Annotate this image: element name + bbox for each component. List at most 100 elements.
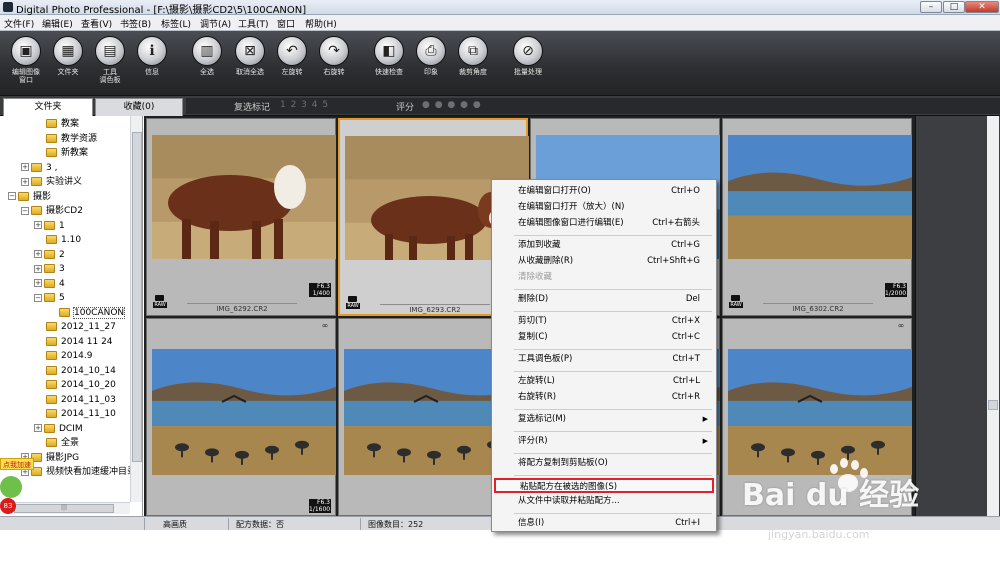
collapse-icon[interactable]: − <box>8 192 16 200</box>
tree-node[interactable]: 教案 <box>34 117 79 131</box>
context-menu-item[interactable]: 在编辑窗口打开（放大）(N) <box>494 200 714 215</box>
context-menu-item[interactable]: 从收藏删除(R) Ctrl+Shft+G <box>494 254 714 269</box>
toolbar-button[interactable]: ▥ 全选 <box>185 36 229 76</box>
context-menu-item[interactable]: 右旋转(R) Ctrl+R <box>494 390 714 405</box>
status-recipe: 配方数据：否 <box>236 520 284 529</box>
tree-node[interactable]: +3 <box>34 262 65 276</box>
thumbnail-cell[interactable]: F6.3 1/2000 RAW IMG_6302.CR2 <box>722 118 912 340</box>
menu-item[interactable]: 查看(V) <box>81 17 112 30</box>
tab-folder[interactable]: 文件夹 <box>3 98 93 116</box>
context-menu-item[interactable]: 从文件中读取并粘贴配方... <box>494 494 714 509</box>
context-menu-item[interactable]: 添加到收藏 Ctrl+G <box>494 238 714 253</box>
menu-item-label: 复制(C) <box>518 332 548 342</box>
tree-node[interactable]: + DCIM <box>34 422 83 436</box>
context-menu-item[interactable]: 复制(C) Ctrl+C <box>494 330 714 345</box>
context-menu-item[interactable]: 在编辑图像窗口进行编辑(E) Ctrl+右箭头 <box>494 216 714 231</box>
tree-node[interactable]: + 视频快看加速缓冲目录 <box>21 465 136 479</box>
tree-node[interactable]: +4 <box>34 277 65 291</box>
tree-node-label: DCIM <box>59 423 83 434</box>
toolbar-button[interactable]: ℹ 信息 <box>130 36 174 76</box>
tree-node[interactable]: 2014_11_10 <box>34 407 116 421</box>
menu-item[interactable]: 调节(A) <box>200 17 231 30</box>
menu-item[interactable]: 工具(T) <box>238 17 269 30</box>
context-menu-item[interactable]: 评分(R) ▶ <box>494 434 714 449</box>
tree-node[interactable]: +2 <box>34 248 65 262</box>
expand-icon[interactable]: + <box>34 424 42 432</box>
menu-item-label: 从收藏删除(R) <box>518 256 574 266</box>
expand-icon[interactable]: + <box>34 221 42 229</box>
toolbar-button[interactable]: ⧉ 裁剪角度 <box>451 36 495 76</box>
context-menu-item[interactable]: 粘贴配方在被选的图像(S) <box>494 478 714 493</box>
menu-item-label: 粘贴配方在被选的图像(S) <box>520 482 618 492</box>
toolbar-button[interactable]: ↷ 右旋转 <box>312 36 356 76</box>
scrollbar-thumb[interactable] <box>988 400 998 410</box>
tree-node[interactable]: 2014_10_20 <box>34 378 116 392</box>
context-menu-item[interactable]: 左旋转(L) Ctrl+L <box>494 374 714 389</box>
rating-filter[interactable]: ● ● ● ● ● <box>422 100 482 110</box>
filename-underline <box>187 303 297 304</box>
context-menu-item[interactable]: 信息(I) Ctrl+I <box>494 516 714 531</box>
menu-item[interactable]: 文件(F) <box>4 17 34 30</box>
tree-node[interactable]: −5 <box>34 291 65 305</box>
tree-node[interactable]: − 摄影 <box>8 190 51 204</box>
expand-icon[interactable]: + <box>34 250 42 258</box>
collapse-icon[interactable]: − <box>34 293 42 302</box>
tree-node[interactable]: 100CANON <box>47 306 126 320</box>
toolbar-button[interactable]: ▣ 编辑图像 窗口 <box>4 36 48 84</box>
check-mark-filter[interactable]: 1 2 3 4 5 <box>280 100 329 110</box>
toolbar-button[interactable]: ⊘ 批量处理 <box>506 36 550 76</box>
scrollbar-thumb[interactable] <box>132 132 142 462</box>
context-menu-item[interactable]: 剪切(T) Ctrl+X <box>494 314 714 329</box>
thumbnail-filename: IMG_6293.CR2 <box>409 306 461 314</box>
expand-icon[interactable]: + <box>34 264 42 273</box>
context-menu-item[interactable]: 复选标记(M) ▶ <box>494 412 714 427</box>
tree-node[interactable]: 1.10 <box>34 233 81 247</box>
tree-node[interactable]: +1 <box>34 219 65 233</box>
tree-node[interactable]: − 摄影CD2 <box>21 204 83 218</box>
tree-node-label: 3 , <box>46 162 58 173</box>
toolbar-button[interactable]: ◧ 快速检查 <box>367 36 411 76</box>
expand-icon[interactable]: + <box>34 279 42 287</box>
tree-vertical-scrollbar[interactable] <box>130 116 142 502</box>
menu-item[interactable]: 窗口 <box>277 17 295 30</box>
menu-item[interactable]: 标签(L) <box>161 17 191 30</box>
tree-node[interactable]: 新教案 <box>34 146 88 160</box>
context-menu-item[interactable]: 工具调色板(P) Ctrl+T <box>494 352 714 367</box>
thumbnail-cell[interactable]: ∞ F6.3 1/1600 <box>146 318 336 516</box>
tree-node[interactable]: 2014_10_14 <box>34 364 116 378</box>
filename-underline <box>380 304 490 305</box>
menu-item[interactable]: 书签(B) <box>120 17 151 30</box>
camera-icon <box>348 296 357 302</box>
expand-icon[interactable]: + <box>21 177 29 186</box>
toolbar-button[interactable]: ⊠ 取消全选 <box>228 36 272 76</box>
close-button[interactable]: ✕ <box>965 1 999 13</box>
context-menu-item[interactable]: 在编辑窗口打开(O) Ctrl+O <box>494 184 714 199</box>
folder-icon <box>31 162 42 172</box>
menu-item[interactable]: 帮助(H) <box>305 17 337 30</box>
tree-node[interactable]: 全景 <box>34 436 79 450</box>
tree-node[interactable]: + 实验讲义 <box>21 175 82 189</box>
minimize-button[interactable]: – <box>920 1 942 13</box>
toolbar-button[interactable]: ↶ 左旋转 <box>270 36 314 76</box>
tab-favorites[interactable]: 收藏(0) <box>95 98 183 116</box>
context-menu-item[interactable]: 将配方复制到剪贴板(O) <box>494 456 714 471</box>
menu-item-shortcut: Ctrl+右箭头 <box>652 218 700 228</box>
grid-vertical-scrollbar[interactable] <box>987 116 999 516</box>
toolbar-button-label: 全选 <box>200 68 214 76</box>
tree-node[interactable]: 2014.9 <box>34 349 93 363</box>
speed-up-badge[interactable]: 点我加速 83 <box>0 458 34 516</box>
tree-node[interactable]: 2014 11 24 <box>34 335 113 349</box>
collapse-icon[interactable]: − <box>21 206 29 215</box>
toolbar-button[interactable]: ▤ 工具 调色板 <box>88 36 132 84</box>
toolbar-button[interactable]: ⎙ 印象 <box>409 36 453 76</box>
toolbar-button[interactable]: ▦ 文件夹 <box>46 36 90 76</box>
tree-node[interactable]: 教学资源 <box>34 132 97 146</box>
tree-node[interactable]: 2014_11_03 <box>34 393 116 407</box>
expand-icon[interactable]: + <box>21 163 29 171</box>
menu-item[interactable]: 编辑(E) <box>42 17 73 30</box>
context-menu-item[interactable]: 删除(D) Del <box>494 292 714 307</box>
thumbnail-cell[interactable]: F6.3 1/400 RAW IMG_6292.CR2 <box>146 118 336 316</box>
tree-node[interactable]: 2012_11_27 <box>34 320 116 334</box>
maximize-button[interactable]: □ <box>943 1 965 13</box>
tree-node[interactable]: +3 , <box>21 161 57 175</box>
